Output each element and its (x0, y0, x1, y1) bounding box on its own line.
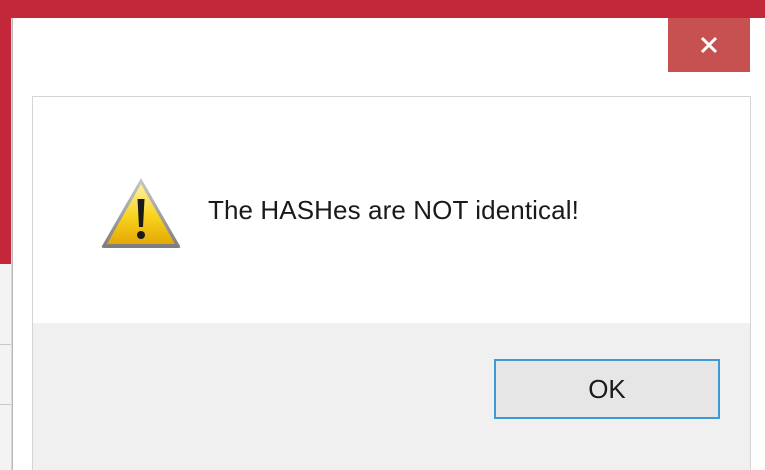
close-icon (700, 36, 718, 54)
close-button[interactable] (668, 18, 750, 72)
button-area: OK (33, 323, 750, 470)
message-text: The HASHes are NOT identical! (208, 195, 579, 225)
message-area: The HASHes are NOT identical! (33, 97, 750, 323)
dialog-content: The HASHes are NOT identical! OK (32, 96, 751, 470)
warning-icon (101, 178, 181, 248)
message-dialog: The HASHes are NOT identical! OK (12, 18, 765, 470)
ok-button[interactable]: OK (494, 359, 720, 419)
